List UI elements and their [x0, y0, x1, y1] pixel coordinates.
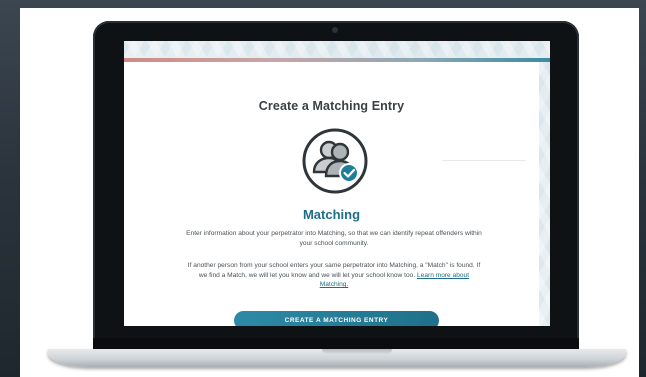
laptop-notch [322, 349, 392, 354]
match-paragraph: If another person from your school enter… [184, 261, 484, 290]
section-heading: Matching [302, 207, 361, 222]
page-title: Create a Matching Entry [258, 99, 405, 113]
people-check-icon [302, 128, 368, 194]
divider-line [442, 160, 526, 161]
webcam-icon [332, 27, 338, 33]
create-matching-entry-button[interactable]: CREATE A MATCHING ENTRY [234, 311, 439, 326]
laptop-screen: Create a Matching Entry Matching Enter i… [124, 41, 550, 326]
matching-card: Create a Matching Entry Matching Enter i… [124, 62, 539, 326]
laptop-base [48, 349, 626, 367]
intro-paragraph: Enter information about your perpetrator… [186, 230, 482, 247]
